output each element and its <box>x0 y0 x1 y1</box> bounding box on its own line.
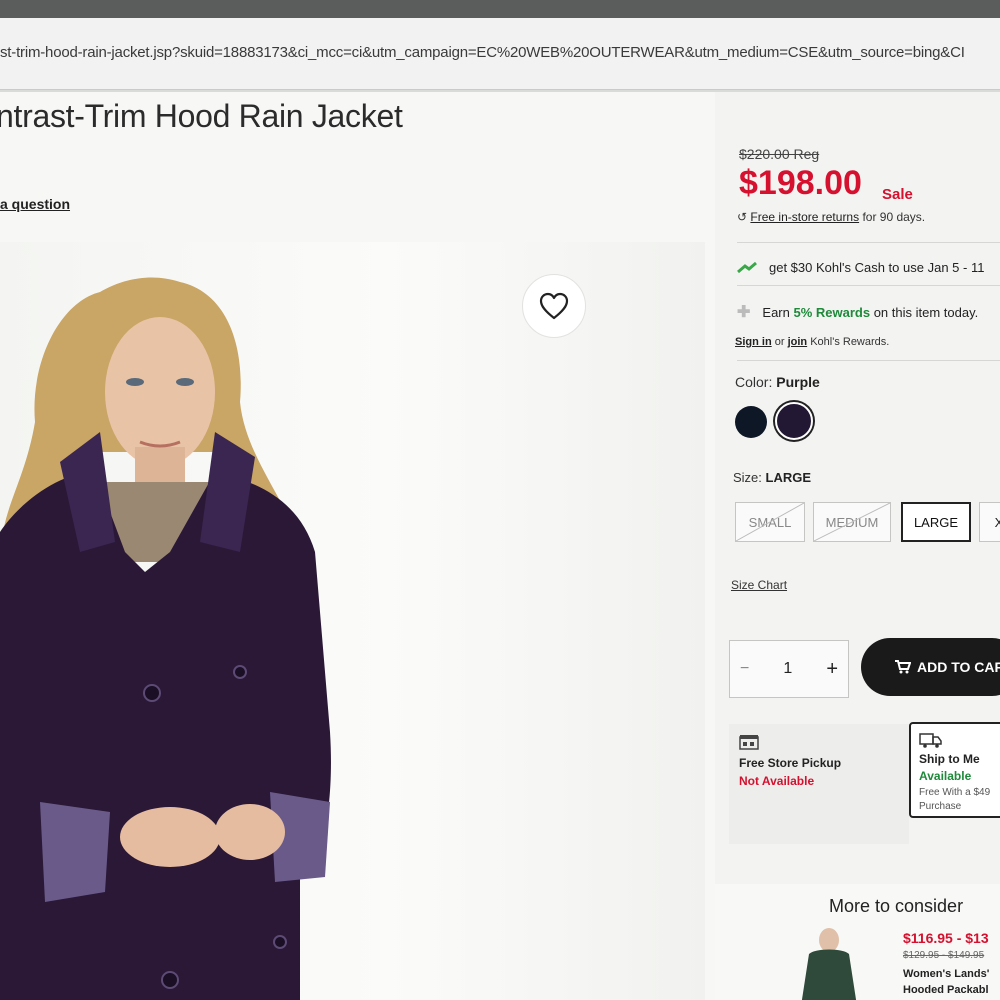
favorite-button[interactable] <box>522 274 586 338</box>
recommended-price: $116.95 - $13 <box>903 930 989 946</box>
divider <box>737 360 1000 361</box>
sale-label: Sale <box>882 186 913 203</box>
size-label: Size: LARGE <box>733 470 812 485</box>
ship-note: Free With a $49 Purchase <box>919 787 991 812</box>
signin-link[interactable]: Sign in <box>735 336 772 348</box>
unavailable-slash <box>736 503 804 541</box>
ship-status: Available <box>919 769 972 783</box>
size-option-medium[interactable]: MEDIUM <box>813 502 891 542</box>
product-model-photo <box>0 277 331 1000</box>
ask-question-link[interactable]: a question <box>0 196 70 212</box>
pickup-title: Free Store Pickup <box>739 756 842 770</box>
color-label: Color: Purple <box>735 374 820 390</box>
quantity-value[interactable]: 1 <box>783 660 792 678</box>
returns-link[interactable]: Free in-store returns <box>750 210 859 224</box>
increase-quantity-button[interactable]: + <box>826 658 838 681</box>
more-to-consider-section: More to consider $116.95 - $13 $129.95 -… <box>715 884 1000 1000</box>
join-link[interactable]: join <box>788 336 808 348</box>
regular-price: $220.00 Reg <box>739 146 820 162</box>
pickup-status: Not Available <box>739 774 815 788</box>
kohls-cash-info: get $30 Kohl's Cash to use Jan 5 - 11 <box>737 260 984 275</box>
add-to-cart-button[interactable]: ADD TO CAR <box>861 638 1000 696</box>
store-pickup-option[interactable]: Free Store Pickup Not Available <box>729 724 909 844</box>
cart-icon <box>895 660 911 674</box>
signin-prompt: Sign in or join Kohl's Rewards. <box>735 336 890 348</box>
sale-price: $198.00 <box>739 164 862 202</box>
purchase-panel: $220.00 Reg $198.00 Sale ↺ Free in-store… <box>715 92 1000 1000</box>
size-option-large[interactable]: LARGE <box>901 502 971 542</box>
plus-icon: ✚ <box>737 304 751 321</box>
recommended-regular-price: $129.95 - $149.95 <box>903 950 985 961</box>
product-page: ntrast-Trim Hood Rain Jacket a question <box>0 92 1000 1000</box>
divider <box>737 242 1000 243</box>
product-title: ntrast-Trim Hood Rain Jacket <box>0 98 403 134</box>
store-icon <box>739 735 759 750</box>
quantity-stepper: − 1 + <box>729 640 849 698</box>
decrease-quantity-button[interactable]: − <box>740 660 749 678</box>
unavailable-slash <box>814 503 890 541</box>
truck-icon <box>919 733 942 748</box>
recommended-product-image[interactable] <box>795 926 863 1000</box>
rewards-highlight: 5% Rewards <box>793 304 871 320</box>
more-to-consider-title: More to consider <box>829 896 964 916</box>
ship-title: Ship to Me <box>919 752 980 766</box>
address-bar[interactable]: st-trim-hood-rain-jacket.jsp?skuid=18883… <box>0 18 1000 90</box>
returns-info: ↺ Free in-store returns for 90 days. <box>737 210 926 224</box>
size-option-small[interactable]: SMALL <box>735 502 805 542</box>
url-text[interactable]: st-trim-hood-rain-jacket.jsp?skuid=18883… <box>0 44 965 61</box>
rewards-info: ✚ Earn 5% Rewards on this item today. <box>737 304 979 321</box>
recommended-product-name[interactable]: Women's Lands' Hooded Packabl <box>903 966 989 998</box>
color-swatch-navy[interactable] <box>735 406 767 438</box>
color-swatch-purple[interactable] <box>775 402 813 440</box>
size-option-x[interactable]: X <box>979 502 1000 542</box>
return-icon: ↺ <box>737 210 748 224</box>
divider <box>737 285 1000 286</box>
heart-icon <box>539 292 569 320</box>
kohls-cash-icon <box>737 261 757 273</box>
ship-to-me-option[interactable]: Ship to Me Available Free With a $49 Pur… <box>909 722 1000 818</box>
size-chart-link[interactable]: Size Chart <box>731 578 787 592</box>
